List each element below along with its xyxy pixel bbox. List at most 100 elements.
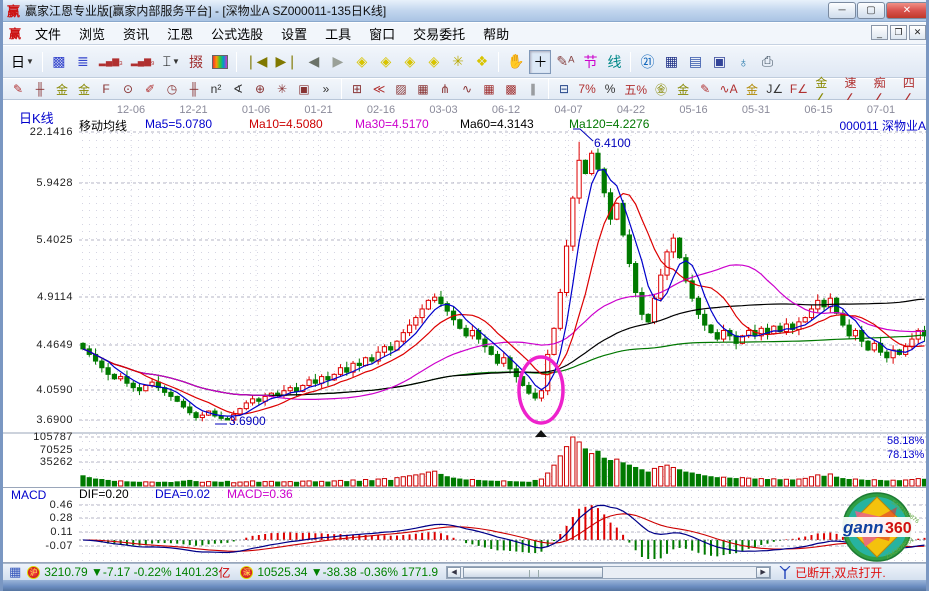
compress-all-diamond-icon[interactable]: ✳ bbox=[447, 50, 469, 74]
wave-tool-icon[interactable]: ∿A bbox=[717, 80, 740, 98]
zoom-right-diamond-icon[interactable]: ◈ bbox=[375, 50, 397, 74]
gann-pick-icon[interactable]: 掇 bbox=[185, 50, 207, 74]
menu-item-4[interactable]: 公式选股 bbox=[202, 25, 272, 44]
pencil-tool-icon[interactable]: ✎ bbox=[8, 80, 28, 98]
gold-lines-icon[interactable]: 金 bbox=[673, 80, 693, 98]
window-box-icon[interactable]: ⊞ bbox=[347, 80, 367, 98]
scroll-thumb[interactable] bbox=[463, 567, 603, 578]
chart-h-scrollbar[interactable]: ◀ ▶ bbox=[446, 566, 771, 579]
info-panel-icon[interactable]: ≣ bbox=[72, 50, 94, 74]
print-icon[interactable]: ⎙ bbox=[756, 50, 778, 74]
color-chart-icon[interactable] bbox=[209, 50, 231, 74]
sz-index-value: 10525.34 bbox=[257, 565, 307, 579]
f-grid-icon[interactable]: F bbox=[96, 80, 116, 98]
gold-grid-icon[interactable]: 金 bbox=[52, 80, 72, 98]
n2-tool-icon[interactable]: n² bbox=[206, 80, 226, 98]
last-page-icon[interactable]: ▶❘ bbox=[272, 50, 301, 74]
maximize-button[interactable]: ▢ bbox=[857, 2, 885, 19]
menu-item-1[interactable]: 浏览 bbox=[70, 25, 114, 44]
prev-page-icon[interactable]: ◀ bbox=[303, 50, 325, 74]
menu-item-0[interactable]: 文件 bbox=[26, 25, 70, 44]
candle-style-icon-dropdown[interactable]: ▼ bbox=[172, 57, 180, 66]
sz-index-icon[interactable]: 深 bbox=[240, 566, 253, 579]
ray-lines-icon[interactable]: ⋔ bbox=[435, 80, 455, 98]
speed-angle-icon[interactable]: 速∠ bbox=[842, 80, 869, 98]
first-page-icon[interactable]: ❘◀ bbox=[242, 50, 271, 74]
more-tools-chevron-icon[interactable]: » bbox=[316, 80, 336, 98]
hatch-box-icon[interactable]: ▦ bbox=[413, 80, 433, 98]
period-selector[interactable]: 日▼ bbox=[8, 50, 37, 74]
ma5-value: Ma5=5.0780 bbox=[145, 117, 212, 131]
f-angle-icon[interactable]: F∠ bbox=[788, 80, 811, 98]
gold-circle-icon[interactable]: ㊎ bbox=[651, 80, 671, 98]
menu-item-6[interactable]: 工具 bbox=[316, 25, 360, 44]
scroll-right-arrow[interactable]: ▶ bbox=[756, 567, 770, 578]
save-icon[interactable]: ▣ bbox=[708, 50, 730, 74]
grid-tool-icon[interactable]: ╫ bbox=[30, 80, 50, 98]
percent7-icon[interactable]: 7% bbox=[576, 80, 598, 98]
j-angle-icon[interactable]: J∠ bbox=[764, 80, 786, 98]
h-compress-diamond-icon[interactable]: ◈ bbox=[423, 50, 445, 74]
notes-icon[interactable]: ▤ bbox=[684, 50, 706, 74]
star-circle-icon[interactable]: ✳ bbox=[272, 80, 292, 98]
grid2-tool-icon[interactable]: ╫ bbox=[184, 80, 204, 98]
gold-grid2-icon[interactable]: 金 bbox=[74, 80, 94, 98]
expand-all-diamond-icon[interactable]: ❖ bbox=[471, 50, 493, 74]
menu-item-7[interactable]: 窗口 bbox=[360, 25, 404, 44]
scroll-left-arrow[interactable]: ◀ bbox=[447, 567, 461, 578]
h-expand-diamond-icon[interactable]: ◈ bbox=[399, 50, 421, 74]
angle-tool-icon[interactable]: ∢ bbox=[228, 80, 248, 98]
spiral-tool-icon[interactable]: ⊙ bbox=[118, 80, 138, 98]
red-grid2-icon[interactable]: ▩ bbox=[501, 80, 521, 98]
menu-item-2[interactable]: 资讯 bbox=[114, 25, 158, 44]
period-selector-dropdown[interactable]: ▼ bbox=[26, 57, 34, 66]
mdi-close-button[interactable]: ✕ bbox=[909, 25, 926, 40]
connection-status[interactable]: 已断开,双点打开. bbox=[795, 564, 886, 581]
sh-index-icon[interactable]: 沪 bbox=[27, 566, 40, 579]
chi-angle-icon[interactable]: 痴∠ bbox=[871, 80, 898, 98]
calendar-icon[interactable]: ㉑ bbox=[636, 50, 658, 74]
bars-3-icon[interactable]: ▂▄▆₃ bbox=[96, 50, 126, 74]
menu-item-3[interactable]: 江恩 bbox=[158, 25, 202, 44]
bars-9-icon[interactable]: ▂▄▆₉ bbox=[128, 50, 158, 74]
pencil2-tool-icon[interactable]: ✐ bbox=[140, 80, 160, 98]
brush-icon[interactable]: ✎ bbox=[695, 80, 715, 98]
minimize-button[interactable]: ─ bbox=[828, 2, 856, 19]
parallel-lines-icon[interactable]: ∥ bbox=[523, 80, 543, 98]
date-tick-label: 06-12 bbox=[492, 104, 520, 116]
quote-grid-icon[interactable]: ▦ bbox=[9, 564, 21, 580]
fan-lines-icon[interactable]: ≪ bbox=[369, 80, 389, 98]
gold-angle-icon[interactable]: 金∠ bbox=[812, 80, 839, 98]
mdi-restore-button[interactable]: ❐ bbox=[890, 25, 907, 40]
next-page-icon[interactable]: ▶ bbox=[327, 50, 349, 74]
circle-cross-icon[interactable]: ⊕ bbox=[250, 80, 270, 98]
zoom-left-diamond-icon[interactable]: ◈ bbox=[351, 50, 373, 74]
menu-item-8[interactable]: 交易委托 bbox=[404, 25, 474, 44]
close-button[interactable]: ✕ bbox=[886, 2, 928, 19]
percent-icon[interactable]: % bbox=[600, 80, 620, 98]
shaded-box-icon[interactable]: ▨ bbox=[391, 80, 411, 98]
four-angle-icon[interactable]: 四∠ bbox=[900, 80, 927, 98]
time-circle-icon[interactable]: ◷ bbox=[162, 80, 182, 98]
overlay-chart-icon[interactable]: ▩ bbox=[48, 50, 70, 74]
mdi-minimize-button[interactable]: _ bbox=[871, 25, 888, 40]
crosshair-tool-icon[interactable]: ＋ bbox=[529, 50, 551, 74]
chart-canvas[interactable] bbox=[3, 100, 929, 563]
square-star-icon[interactable]: ▣ bbox=[294, 80, 314, 98]
red-grid-icon[interactable]: ▦ bbox=[479, 80, 499, 98]
sz-index-amount: 1771.9 bbox=[401, 565, 438, 579]
candle-style-icon[interactable]: ⌶▼ bbox=[160, 50, 183, 74]
date-tick-label: 05-16 bbox=[679, 104, 707, 116]
zigzag-icon[interactable]: ∿ bbox=[457, 80, 477, 98]
gann-line-icon[interactable]: 线 bbox=[603, 50, 625, 74]
menu-item-5[interactable]: 设置 bbox=[272, 25, 316, 44]
hand-tool-icon[interactable]: ✋ bbox=[504, 50, 527, 74]
web-share-icon[interactable]: ♁ bbox=[732, 50, 754, 74]
menu-item-9[interactable]: 帮助 bbox=[474, 25, 518, 44]
five-percent-icon[interactable]: 五% bbox=[622, 80, 649, 98]
calculator-icon[interactable]: ▦ bbox=[660, 50, 682, 74]
gold-underline-icon[interactable]: 金 bbox=[742, 80, 762, 98]
gann-festival-icon[interactable]: 节 bbox=[579, 50, 601, 74]
annotate-pen-icon[interactable]: ✎ᴬ bbox=[553, 50, 577, 74]
array-bars-icon[interactable]: ⊟ bbox=[554, 80, 574, 98]
